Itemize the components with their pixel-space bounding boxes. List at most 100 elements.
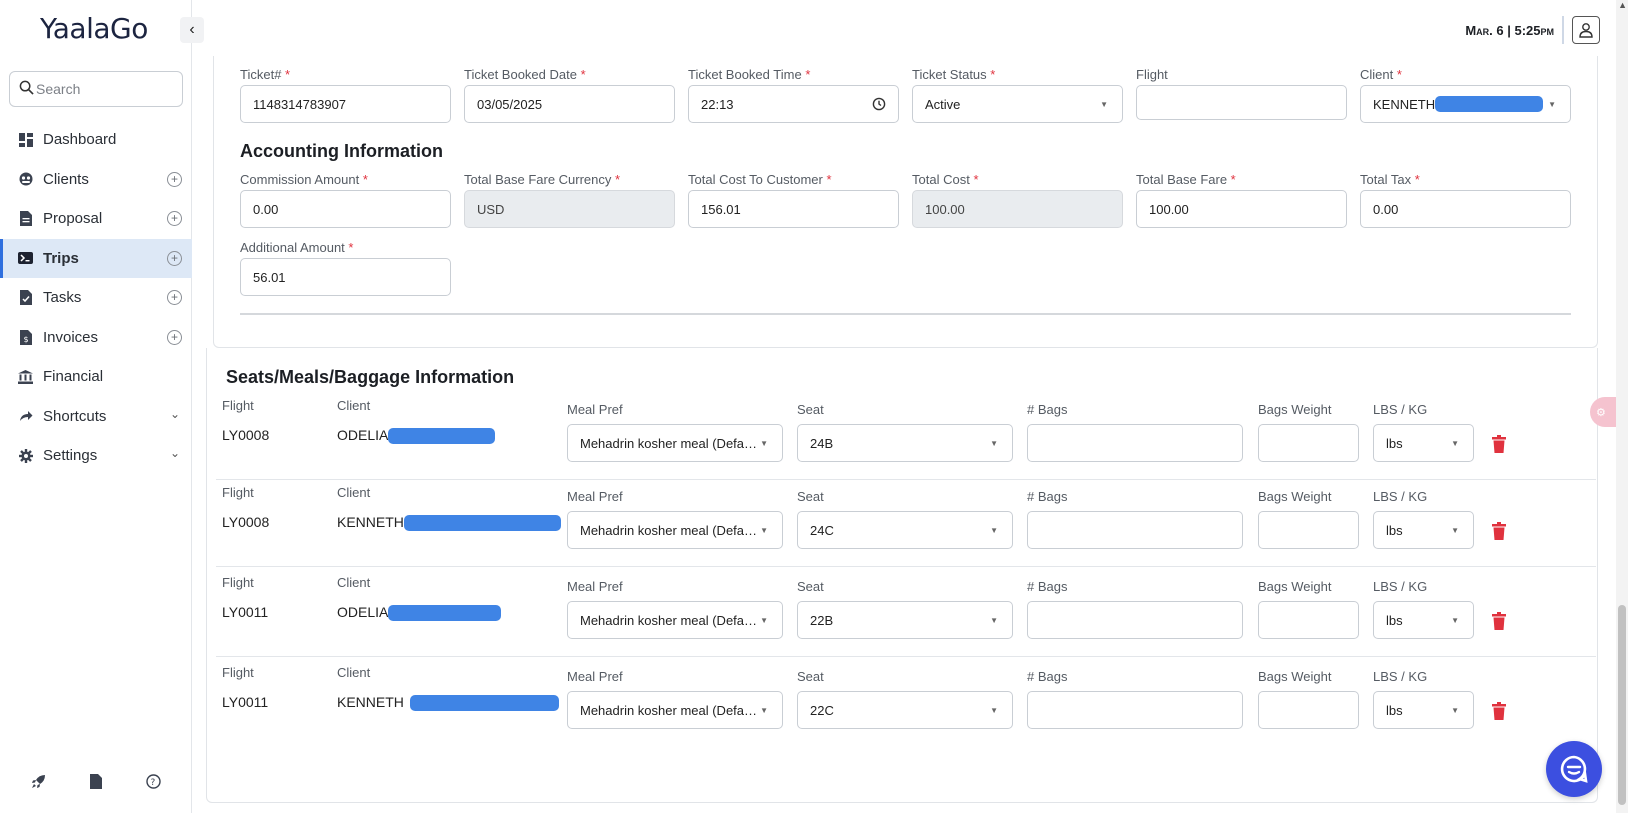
sidebar-item-tasks[interactable]: Tasks + (0, 278, 192, 318)
base-currency-label: Total Base Fare Currency (464, 172, 612, 187)
sidebar-search[interactable] (9, 71, 183, 107)
seat-select[interactable]: 24B ▼ (797, 424, 1013, 462)
client-col-label: Client (337, 398, 371, 413)
meal-pref-value: Mehadrin kosher meal (Defa… (580, 702, 758, 718)
unit-value: lbs (1386, 612, 1403, 628)
client-value: KENNETH (337, 694, 559, 712)
caret-down-icon: ▼ (1548, 100, 1556, 109)
client-value: ODELIA (337, 427, 496, 445)
chevron-left-icon: ‹ (189, 21, 195, 38)
client-name: ODELIA (337, 427, 389, 443)
delete-icon[interactable] (1492, 702, 1506, 720)
bags-weight-input[interactable] (1258, 691, 1359, 729)
sidebar-item-label: Trips (43, 249, 79, 267)
sidebar-item-settings[interactable]: Settings ⌄ (0, 436, 192, 476)
bags-input[interactable] (1027, 424, 1243, 462)
booked-date-input[interactable]: 03/05/2025 (464, 85, 675, 123)
sidebar-item-clients[interactable]: Clients + (0, 160, 192, 200)
collapse-sidebar-button[interactable]: ‹ (180, 17, 204, 43)
unit-select[interactable]: lbs ▼ (1373, 691, 1474, 729)
unit-select[interactable]: lbs ▼ (1373, 424, 1474, 462)
user-menu-button[interactable] (1572, 16, 1600, 44)
bags-col-label: # Bags (1027, 489, 1068, 504)
invoices-icon: $ (18, 329, 33, 345)
flight-input[interactable] (1136, 85, 1347, 120)
rocket-icon[interactable] (30, 772, 48, 790)
bags-weight-input[interactable] (1258, 511, 1359, 549)
tasks-icon (18, 290, 33, 306)
smb-row: Flight LY0011 Client ODELIA Meal Pref Me… (216, 567, 1596, 657)
meal-pref-value: Mehadrin kosher meal (Defa… (580, 522, 758, 538)
sidebar-item-trips[interactable]: Trips + (0, 238, 192, 278)
page-scrollbar[interactable]: ▲ (1616, 0, 1628, 813)
seat-select[interactable]: 22C ▼ (797, 691, 1013, 729)
help-icon[interactable]: ? (144, 772, 162, 790)
add-proposal-icon[interactable]: + (167, 211, 182, 226)
total-tax-input[interactable]: 0.00 (1360, 190, 1571, 228)
redacted-block (409, 695, 559, 712)
caret-down-icon: ▼ (1100, 100, 1108, 109)
bags-input[interactable] (1027, 601, 1243, 639)
meal-pref-select[interactable]: Mehadrin kosher meal (Defa… ▼ (567, 511, 783, 549)
chat-button[interactable] (1546, 741, 1602, 797)
chevron-down-icon[interactable]: ⌄ (170, 407, 180, 421)
sidebar-item-label: Tasks (43, 289, 82, 307)
meal-col-label: Meal Pref (567, 489, 623, 504)
search-icon (19, 80, 34, 98)
clock-icon[interactable] (872, 97, 886, 111)
caret-down-icon: ▼ (1451, 706, 1459, 715)
document-icon[interactable] (87, 772, 105, 790)
cost-to-customer-input[interactable]: 156.01 (688, 190, 899, 228)
proposal-icon (18, 211, 33, 227)
flight-col-label: Flight (222, 485, 254, 500)
scrollbar-thumb[interactable] (1618, 605, 1626, 805)
smb-row: Flight LY0008 Client KENNETH Meal Pref M… (216, 477, 1596, 567)
seat-col-label: Seat (797, 669, 824, 684)
client-select[interactable]: KENNETH ▼ (1360, 85, 1571, 123)
meal-pref-select[interactable]: Mehadrin kosher meal (Defa… ▼ (567, 601, 783, 639)
caret-down-icon: ▼ (1451, 616, 1459, 625)
bags-input[interactable] (1027, 511, 1243, 549)
add-client-icon[interactable]: + (167, 171, 182, 187)
sidebar-item-dashboard[interactable]: Dashboard (0, 120, 192, 160)
add-trip-icon[interactable]: + (167, 250, 182, 266)
unit-select[interactable]: lbs ▼ (1373, 601, 1474, 639)
sidebar-item-shortcuts[interactable]: Shortcuts ⌄ (0, 397, 192, 437)
bags-weight-input[interactable] (1258, 424, 1359, 462)
redacted-block (388, 605, 502, 622)
meal-pref-value: Mehadrin kosher meal (Defa… (580, 612, 758, 628)
shortcuts-icon (18, 409, 33, 424)
seat-value: 24B (810, 435, 834, 451)
base-fare-input[interactable]: 100.00 (1136, 190, 1347, 228)
add-task-icon[interactable]: + (167, 290, 182, 305)
ticket-status-select[interactable]: Active ▼ (912, 85, 1123, 123)
ticket-number-input[interactable]: 1148314783907 (240, 85, 451, 123)
add-invoice-icon[interactable]: + (167, 329, 182, 345)
chevron-down-icon[interactable]: ⌄ (170, 446, 180, 460)
sidebar-item-proposal[interactable]: Proposal + (0, 199, 192, 239)
smb-row: Flight LY0011 Client KENNETH Meal Pref M… (216, 657, 1596, 747)
delete-icon[interactable] (1492, 435, 1506, 453)
meal-pref-select[interactable]: Mehadrin kosher meal (Defa… ▼ (567, 424, 783, 462)
app-logo[interactable]: YaalaGo (40, 12, 148, 45)
commission-input[interactable]: 0.00 (240, 190, 451, 228)
bags-weight-input[interactable] (1258, 601, 1359, 639)
delete-icon[interactable] (1492, 522, 1506, 540)
delete-icon[interactable] (1492, 612, 1506, 630)
seat-select[interactable]: 22B ▼ (797, 601, 1013, 639)
client-label: Client (1360, 67, 1394, 82)
flight-label: Flight (1136, 67, 1168, 82)
seat-select[interactable]: 24C ▼ (797, 511, 1013, 549)
unit-select[interactable]: lbs ▼ (1373, 511, 1474, 549)
booked-time-input[interactable]: 22:13 (688, 85, 899, 123)
search-input[interactable] (36, 81, 166, 97)
sidebar-item-invoices[interactable]: $ Invoices + (0, 318, 192, 358)
meal-pref-select[interactable]: Mehadrin kosher meal (Defa… ▼ (567, 691, 783, 729)
bags-input[interactable] (1027, 691, 1243, 729)
scroll-up-icon[interactable]: ▲ (1618, 0, 1627, 10)
flight-value: LY0008 (222, 514, 270, 530)
sidebar-item-financial[interactable]: Financial (0, 357, 192, 397)
caret-down-icon: ▼ (760, 706, 768, 715)
bags-col-label: # Bags (1027, 669, 1068, 684)
additional-amount-input[interactable]: 56.01 (240, 258, 451, 296)
